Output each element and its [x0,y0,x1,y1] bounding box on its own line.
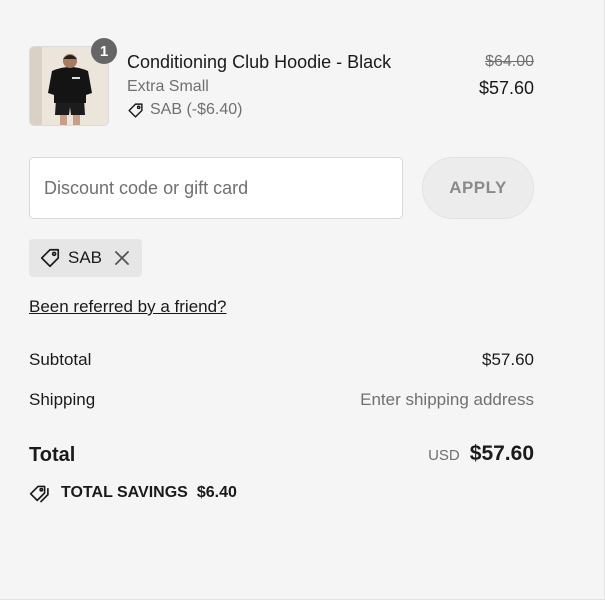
product-variant: Extra Small [127,78,209,95]
close-icon[interactable] [114,250,130,266]
price-original: $64.00 [485,53,534,70]
referral-link[interactable]: Been referred by a friend? [29,297,227,317]
shipping-label: Shipping [29,390,96,409]
price-final: $57.60 [478,78,534,98]
total-savings-amount: $6.40 [196,484,237,501]
total-amount: $57.60 [469,442,534,465]
apply-button[interactable]: APPLY [422,157,534,219]
product-title: Conditioning Club Hoodie - Black [127,52,392,72]
currency-code: USD [428,447,460,464]
tag-icon [39,247,61,269]
total-value-group: USD $57.60 [428,442,534,466]
discount-code-input[interactable] [29,157,403,219]
subtotal-label: Subtotal [29,350,92,369]
applied-discount-code: SAB [68,248,103,267]
tags-icon [29,483,52,503]
line-item-discount: SAB (-$6.40) [127,101,242,119]
remove-discount-button[interactable] [114,250,130,266]
cart-line-item: 1 Conditioning Club Hoodie - Black Extra… [29,38,534,128]
tag-icon [127,102,144,119]
total-savings-label: TOTAL SAVINGS [61,484,188,501]
shipping-value: Enter shipping address [360,390,534,409]
total-label: Total [29,444,76,466]
total-savings: TOTAL SAVINGS $6.40 [29,483,237,503]
subtotal-value: $57.60 [482,350,534,369]
quantity-badge: 1 [91,38,117,64]
line-item-discount-text: SAB (-$6.40) [150,101,243,118]
applied-discount-chip: SAB [29,239,142,277]
